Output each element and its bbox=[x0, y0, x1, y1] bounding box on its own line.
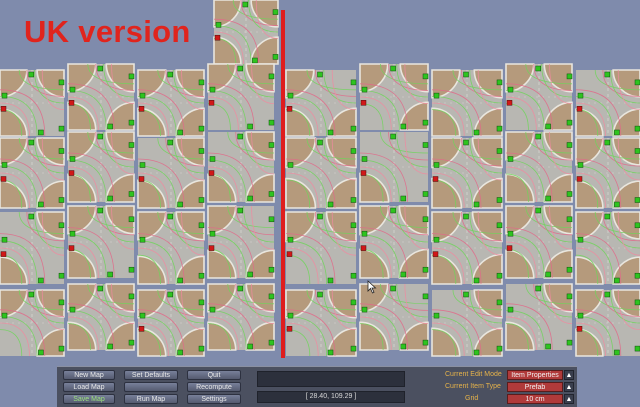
junction-tile bbox=[67, 283, 135, 351]
junction-tile bbox=[575, 137, 640, 209]
junction-tile bbox=[0, 211, 65, 285]
junction-tiles bbox=[0, 0, 640, 357]
grid-arrow-icon[interactable]: ▲ bbox=[564, 394, 574, 404]
divider-line bbox=[281, 10, 285, 358]
editor-toolbar: New Map Load Map Save Map Set Defaults R… bbox=[57, 366, 577, 407]
junction-tile bbox=[0, 69, 65, 137]
junction-tile bbox=[575, 289, 640, 357]
junction-tile bbox=[431, 69, 503, 137]
junction-tile bbox=[575, 211, 640, 285]
load-map-button[interactable]: Load Map bbox=[63, 382, 115, 392]
junction-tile bbox=[137, 69, 205, 137]
set-defaults-button[interactable]: Set Defaults bbox=[124, 370, 178, 380]
junction-tile bbox=[137, 137, 205, 209]
junction-tile bbox=[207, 283, 275, 351]
save-map-button[interactable]: Save Map bbox=[63, 394, 115, 404]
settings-button[interactable]: Settings bbox=[187, 394, 241, 404]
junction-tile bbox=[285, 69, 357, 137]
junction-tile bbox=[431, 289, 503, 357]
recompute-button[interactable]: Recompute bbox=[187, 382, 241, 392]
junction-tile bbox=[359, 205, 429, 279]
item-type-select[interactable]: Prefab bbox=[507, 382, 563, 392]
junction-tile bbox=[137, 289, 205, 357]
junction-tile bbox=[285, 211, 357, 285]
overlay-title: UK version bbox=[24, 14, 191, 49]
new-map-button[interactable]: New Map bbox=[63, 370, 115, 380]
junction-tile bbox=[285, 137, 357, 209]
junction-tile bbox=[359, 63, 429, 131]
mouse-cursor-icon bbox=[367, 280, 377, 294]
coordinates-readout: [ 28.40, 109.29 ] bbox=[305, 393, 357, 400]
junction-tile bbox=[359, 131, 429, 203]
junction-tile bbox=[575, 69, 640, 137]
info-field bbox=[257, 371, 405, 387]
junction-tile bbox=[0, 137, 65, 209]
junction-tile bbox=[67, 63, 135, 131]
junction-tile bbox=[207, 131, 275, 203]
junction-tile bbox=[207, 205, 275, 279]
junction-tile bbox=[207, 63, 275, 131]
grid-select[interactable]: 10 cm bbox=[507, 394, 563, 404]
junction-tile bbox=[0, 289, 65, 357]
item-type-arrow-icon[interactable]: ▲ bbox=[564, 382, 574, 392]
junction-tile bbox=[67, 205, 135, 279]
run-map-button[interactable]: Run Map bbox=[124, 394, 178, 404]
edit-mode-arrow-icon[interactable]: ▲ bbox=[564, 370, 574, 380]
junction-tile bbox=[505, 283, 573, 351]
junction-tile bbox=[505, 131, 573, 203]
grid-label: Grid bbox=[465, 395, 479, 402]
junction-tile bbox=[67, 131, 135, 203]
junction-tile bbox=[213, 0, 279, 65]
junction-tile bbox=[505, 205, 573, 279]
coordinates-field: [ 28.40, 109.29 ] bbox=[257, 391, 405, 403]
junction-tile bbox=[431, 137, 503, 209]
junction-tile bbox=[431, 211, 503, 285]
blank-button[interactable] bbox=[124, 382, 178, 392]
junction-tile bbox=[285, 289, 357, 357]
map-viewport[interactable]: UK version bbox=[0, 0, 640, 366]
quit-button[interactable]: Quit bbox=[187, 370, 241, 380]
item-type-label: Current Item Type bbox=[445, 383, 501, 390]
junction-tile bbox=[505, 63, 573, 131]
edit-mode-label: Current Edit Mode bbox=[445, 371, 502, 378]
edit-mode-select[interactable]: Item Properties bbox=[507, 370, 563, 380]
junction-tile bbox=[137, 211, 205, 285]
